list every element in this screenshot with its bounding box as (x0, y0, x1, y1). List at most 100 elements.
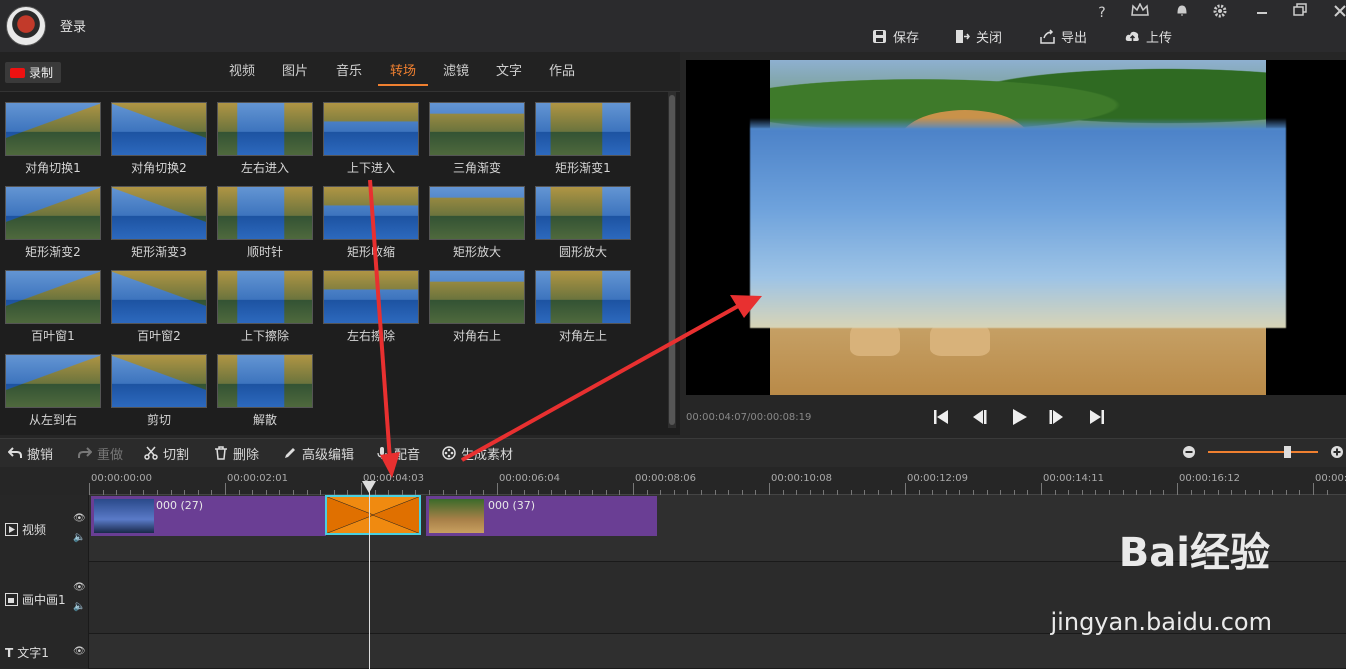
transition-thumbnail[interactable] (429, 102, 525, 156)
upload-cloud-icon (1125, 31, 1139, 41)
ruler-tick (225, 483, 226, 495)
tab-music[interactable]: 音乐 (333, 62, 365, 86)
transition-thumbnail[interactable] (323, 270, 419, 324)
close-door-icon (956, 29, 970, 43)
zoom-slider-knob[interactable] (1284, 446, 1291, 458)
eye-icon[interactable]: 👁 (73, 646, 86, 657)
eye-icon[interactable]: 👁 (73, 582, 86, 593)
save-icon (873, 29, 886, 43)
redo-label: 重做 (97, 447, 124, 463)
app-logo[interactable] (6, 6, 46, 46)
clip-name: 000 (27) (156, 499, 204, 512)
playhead-handle[interactable] (362, 481, 376, 493)
tab-text[interactable]: 文字 (493, 62, 525, 86)
transition-thumbnail[interactable] (535, 186, 631, 240)
transition-thumbnail[interactable] (535, 102, 631, 156)
undo-button[interactable]: 撤销 (8, 444, 53, 463)
tab-filter[interactable]: 滤镜 (440, 62, 472, 86)
tab-image[interactable]: 图片 (279, 62, 311, 86)
speaker-icon[interactable]: 🔈 (73, 532, 85, 543)
undo-icon (8, 447, 22, 458)
minimize-icon[interactable] (1250, 3, 1274, 23)
clip-name: 000 (37) (488, 499, 536, 512)
record-button[interactable]: 录制 (5, 62, 61, 83)
ruler-label: 00:00:12:09 (907, 473, 969, 484)
redo-button[interactable]: 重做 (78, 444, 124, 463)
transition-thumbnail[interactable] (217, 270, 313, 324)
step-back-icon[interactable] (968, 406, 990, 428)
clip-thumbnail (94, 499, 154, 533)
zoom-slider[interactable] (1208, 451, 1318, 453)
login-link[interactable]: 登录 (60, 16, 86, 35)
skip-start-icon[interactable] (930, 406, 952, 428)
crown-icon[interactable] (1128, 2, 1152, 23)
tab-works[interactable]: 作品 (546, 62, 578, 86)
transition-label: 矩形渐变2 (25, 245, 81, 259)
ruler-label: 00:00:14:11 (1043, 473, 1105, 484)
export-icon (1040, 28, 1055, 44)
pip-track-header: 画中画1 👁 🔈 (0, 562, 89, 634)
ruler-label: 00:00:00:00 (91, 473, 153, 484)
record-label: 录制 (29, 66, 54, 80)
transition-thumbnail[interactable] (429, 186, 525, 240)
transition-label: 剪切 (146, 413, 171, 427)
transition-thumbnail[interactable] (429, 270, 525, 324)
transition-clip[interactable] (325, 495, 421, 535)
transition-thumbnail[interactable] (5, 270, 101, 324)
pip-track-label: 画中画1 (22, 593, 66, 607)
transition-thumbnail[interactable] (111, 354, 207, 408)
export-button[interactable]: 导出 (1040, 26, 1087, 46)
gear-icon[interactable] (1208, 3, 1232, 23)
transition-thumbnail[interactable] (535, 270, 631, 324)
transition-thumbnail[interactable] (5, 102, 101, 156)
zoom-in-icon[interactable] (1330, 445, 1344, 459)
zoom-out-icon[interactable] (1182, 445, 1196, 459)
transition-thumbnail[interactable] (5, 354, 101, 408)
delete-label: 删除 (233, 447, 260, 463)
upload-button[interactable]: 上传 (1125, 26, 1172, 46)
skip-end-icon[interactable] (1086, 406, 1108, 428)
transition-thumbnail[interactable] (323, 186, 419, 240)
dub-button[interactable]: 配音 (375, 444, 420, 463)
transition-thumbnail[interactable] (111, 102, 207, 156)
save-button[interactable]: 保存 (872, 26, 919, 46)
text-track[interactable] (0, 634, 1346, 669)
tab-transition[interactable]: 转场 (378, 62, 428, 86)
ruler-tick (89, 483, 90, 495)
transition-thumbnail[interactable] (111, 270, 207, 324)
microphone-icon (377, 447, 387, 459)
cut-button[interactable]: 切割 (144, 444, 189, 463)
eye-icon[interactable]: 👁 (73, 513, 86, 524)
transition-label: 左右擦除 (346, 329, 395, 343)
delete-button[interactable]: 删除 (214, 444, 260, 463)
preview-timecode: 00:00:04:07/00:00:08:19 (686, 412, 812, 423)
close-window-icon[interactable] (1328, 3, 1346, 23)
generate-material-button[interactable]: 生成素材 (442, 444, 513, 463)
export-label: 导出 (1061, 30, 1088, 46)
help-icon[interactable]: ? (1090, 3, 1114, 23)
panel-scroll-thumb[interactable] (669, 95, 675, 425)
transition-thumbnail[interactable] (111, 186, 207, 240)
play-icon[interactable] (1008, 406, 1030, 428)
video-clip[interactable]: 000 (27) (91, 496, 326, 536)
frame-sky-transition (750, 118, 1286, 328)
tab-video[interactable]: 视频 (226, 62, 258, 86)
video-clip[interactable]: 000 (37) (426, 496, 657, 536)
bell-icon[interactable] (1170, 3, 1194, 23)
ruler-tick (1177, 483, 1178, 495)
text-track-label: 文字1 (17, 646, 49, 660)
transition-thumbnail[interactable] (5, 186, 101, 240)
edit-toolbar (0, 438, 1346, 467)
transition-thumbnail[interactable] (323, 102, 419, 156)
playhead-line[interactable] (369, 481, 370, 669)
ruler-tick (905, 483, 906, 495)
transition-thumbnail[interactable] (217, 186, 313, 240)
transition-thumbnail[interactable] (217, 102, 313, 156)
restore-icon[interactable] (1288, 3, 1312, 23)
advanced-edit-button[interactable]: 高级编辑 (283, 444, 354, 463)
close-button[interactable]: 关闭 (955, 26, 1002, 46)
transition-thumbnail[interactable] (217, 354, 313, 408)
speaker-icon[interactable]: 🔈 (73, 601, 85, 612)
step-forward-icon[interactable] (1046, 406, 1068, 428)
ruler-tick (769, 483, 770, 495)
